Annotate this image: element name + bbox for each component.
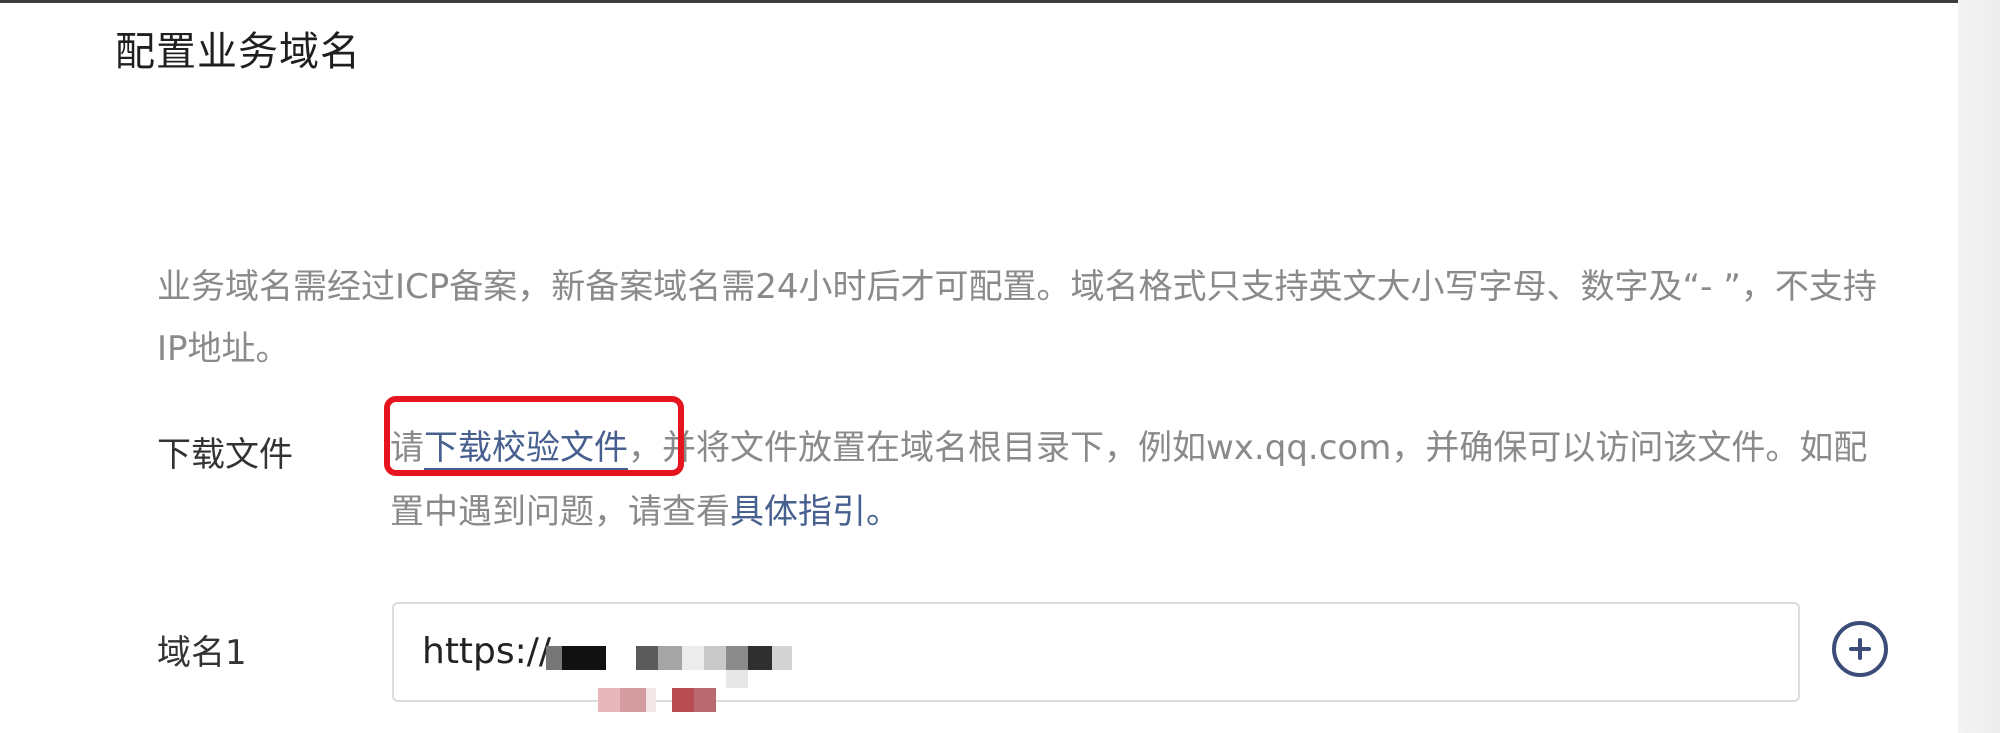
download-verification-file-link[interactable]: 下载校验文件 (424, 428, 628, 470)
top-border (0, 0, 1960, 3)
domain-1-value: https:// (422, 631, 552, 672)
domain-1-input[interactable]: https:// (392, 602, 1800, 712)
download-prefix: 请 (390, 428, 424, 468)
guide-end-punct: 。 (866, 492, 900, 532)
add-domain-button[interactable] (1832, 621, 1888, 677)
page-title: 配置业务域名 (115, 29, 361, 75)
right-edge-shade (1958, 0, 2000, 733)
download-file-description: 请下载校验文件，并将文件放置在域名根目录下，例如wx.qq.com，并确保可以访… (390, 416, 1890, 544)
domain-requirements-notice: 业务域名需经过ICP备案，新备案域名需24小时后才可配置。域名格式只支持英文大小… (157, 267, 1877, 369)
redacted-domain-text (544, 640, 1234, 730)
download-file-label: 下载文件 (157, 435, 293, 475)
domain-1-label: 域名1 (157, 633, 247, 673)
guide-link[interactable]: 具体指引 (730, 492, 866, 532)
